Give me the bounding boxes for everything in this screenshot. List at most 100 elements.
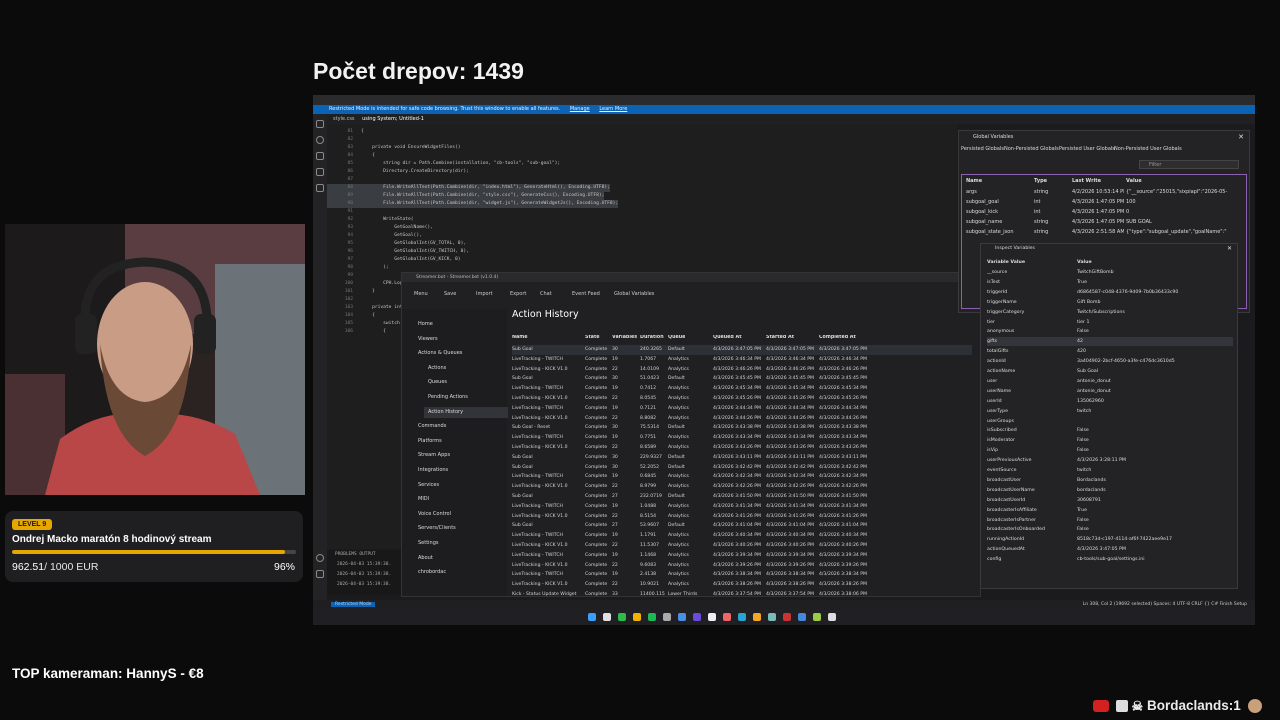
taskbar-app-icon[interactable] <box>813 613 821 621</box>
variable-row[interactable]: broadcastUserName bordaclands <box>987 486 1233 495</box>
explorer-icon[interactable] <box>316 120 324 128</box>
column-header[interactable]: Last Write <box>1072 176 1101 186</box>
variable-row[interactable]: gifts 42 <box>987 337 1233 347</box>
column-header[interactable]: Variable Value <box>987 258 1077 267</box>
source-control-icon[interactable] <box>316 152 324 160</box>
taskbar-app-icon[interactable] <box>783 613 791 621</box>
column-header[interactable]: Value <box>1126 176 1142 186</box>
extensions-icon[interactable] <box>316 184 324 192</box>
taskbar-app-icon[interactable] <box>708 613 716 621</box>
sidebar-item-action-history[interactable]: Action History <box>424 406 508 418</box>
table-row[interactable]: LiveTracking - KICK V1.0 Complete 22 8.6589… <box>512 443 972 453</box>
taskbar-app-icon[interactable] <box>738 613 746 621</box>
variable-row[interactable]: isSubscribed False <box>987 426 1233 435</box>
variable-row[interactable]: userType twitch <box>987 407 1233 416</box>
column-header[interactable]: Queued At <box>713 335 742 340</box>
close-icon[interactable]: ✕ <box>1238 133 1244 141</box>
variable-row[interactable]: triggerCategory Twitch/Subscriptions <box>987 308 1233 317</box>
taskbar-app-icon[interactable] <box>828 613 836 621</box>
variable-row[interactable]: isTest True <box>987 278 1233 287</box>
table-row[interactable]: LiveTracking - TWITCH Complete 19 1.1791 Ana… <box>512 531 972 541</box>
taskbar-app-icon[interactable] <box>753 613 761 621</box>
table-row[interactable]: Sub Goal Complete 30 52.2052 Default 4/3/2026… <box>512 463 972 473</box>
sidebar-item-servers-clients[interactable]: Servers/Clients <box>414 523 508 534</box>
variable-row[interactable]: actionName Sub Goal <box>987 367 1233 376</box>
column-header[interactable]: Started At <box>766 335 794 340</box>
sidebar-item-pending-actions[interactable]: Pending Actions <box>424 392 508 403</box>
variable-row[interactable]: userName antonie_donut <box>987 387 1233 396</box>
table-row[interactable]: LiveTracking - KICK V1.0 Complete 22 8.8082… <box>512 414 972 424</box>
sidebar-item-chrobordac[interactable]: chrobordac <box>414 567 508 578</box>
column-header[interactable]: Queue <box>668 335 685 340</box>
settings-gear-icon[interactable] <box>316 570 324 578</box>
column-header[interactable]: Name <box>512 335 528 340</box>
variable-row[interactable]: __source TwitchGiftBomb <box>987 268 1233 277</box>
sidebar-item-settings[interactable]: Settings <box>414 538 508 549</box>
table-row[interactable]: subgoal_goal int 4/3/2026 1:47:05 PM 100 <box>966 197 1246 207</box>
table-row[interactable]: LiveTracking - TWITCH Complete 19 1.0488 Ana… <box>512 502 972 512</box>
table-row[interactable]: subgoal_name string 4/3/2026 1:47:05 PM SUB… <box>966 217 1246 227</box>
search-icon[interactable] <box>316 136 324 144</box>
sidebar-item-queues[interactable]: Queues <box>424 377 508 388</box>
variable-row[interactable]: triggerId d6864587-c048-4376-9d09-7b0b364… <box>987 288 1233 297</box>
table-row[interactable]: Sub Goal Complete 30 240.3265 Default 4/3/202… <box>512 345 972 355</box>
table-row[interactable]: LiveTracking - KICK V1.0 Complete 22 9.6083… <box>512 561 972 571</box>
run-debug-icon[interactable] <box>316 168 324 176</box>
variable-row[interactable]: userPreviousActive 4/3/2026 3:28:11 PM <box>987 456 1233 465</box>
table-row[interactable]: LiveTracking - TWITCH Complete 19 0.6845 Ana… <box>512 472 972 482</box>
column-header[interactable]: Name <box>966 176 982 186</box>
sidebar-item-actions-queues[interactable]: Actions & Queues <box>414 348 508 359</box>
taskbar-app-icon[interactable] <box>798 613 806 621</box>
tab-style-css[interactable]: style.css <box>333 116 355 122</box>
taskbar-app-icon[interactable] <box>678 613 686 621</box>
table-row[interactable]: Sub Goal - Reset Complete 30 75.5314 Default… <box>512 423 972 433</box>
tab-persisted-globals[interactable]: Persisted Globals <box>961 146 1004 152</box>
variable-row[interactable]: config cb-tools/sub-goal/settings.ini <box>987 555 1233 564</box>
taskbar-app-icon[interactable] <box>633 613 641 621</box>
variable-row[interactable]: broadcasterIsPartner False <box>987 516 1233 525</box>
table-row[interactable]: subgoal_state_json string 4/3/2026 2:51:58… <box>966 227 1246 237</box>
variable-row[interactable]: actionId 3a404902-2bcf-4650-a3fe-c476dc36… <box>987 357 1233 366</box>
column-header[interactable]: Completed At <box>819 335 856 340</box>
variable-row[interactable]: triggerName Gift Bomb <box>987 298 1233 307</box>
tab-non-persisted-globals[interactable]: Non-Persisted Globals <box>1004 146 1059 152</box>
table-row[interactable]: LiveTracking - TWITCH Complete 19 1.1468 Ana… <box>512 551 972 561</box>
variable-row[interactable]: isModerator False <box>987 436 1233 445</box>
taskbar-app-icon[interactable] <box>693 613 701 621</box>
toolbar-import[interactable]: Import <box>476 291 493 297</box>
taskbar-app-icon[interactable] <box>768 613 776 621</box>
table-row[interactable]: subgoal_kick int 4/3/2026 1:47:05 PM 0 <box>966 207 1246 217</box>
table-row[interactable]: LiveTracking - TWITCH Complete 19 0.7121 Ana… <box>512 404 972 414</box>
taskbar-app-icon[interactable] <box>723 613 731 621</box>
table-row[interactable]: LiveTracking - TWITCH Complete 19 0.7751 Ana… <box>512 433 972 443</box>
variable-row[interactable]: broadcastUser Bordaclands <box>987 476 1233 485</box>
taskbar-app-icon[interactable] <box>648 613 656 621</box>
sidebar-item-integrations[interactable]: Integrations <box>414 465 508 476</box>
variable-row[interactable]: anonymous False <box>987 327 1233 336</box>
variable-row[interactable]: isVip False <box>987 446 1233 455</box>
variable-row[interactable]: userId 135062960 <box>987 397 1233 406</box>
sidebar-item-services[interactable]: Services <box>414 480 508 491</box>
filter-input[interactable]: Filter <box>1139 160 1239 169</box>
taskbar-app-icon[interactable] <box>603 613 611 621</box>
sidebar-item-stream-apps[interactable]: Stream Apps <box>414 450 508 461</box>
column-header[interactable]: Duration <box>640 335 664 340</box>
table-row[interactable]: Sub Goal Complete 27 232.0719 Default 4/3/202… <box>512 492 972 502</box>
sidebar-item-voice-control[interactable]: Voice Control <box>414 509 508 520</box>
sidebar-item-platforms[interactable]: Platforms <box>414 436 508 447</box>
sidebar-item-midi[interactable]: MIDI <box>414 494 508 505</box>
taskbar-app-icon[interactable] <box>618 613 626 621</box>
toolbar-event-feed[interactable]: Event Feed <box>572 291 600 297</box>
sidebar-item-viewers[interactable]: Viewers <box>414 334 508 345</box>
table-row[interactable]: Kick - Status Update Widget Complete 33 114… <box>512 590 972 600</box>
sidebar-item-actions[interactable]: Actions <box>424 363 508 374</box>
variable-row[interactable]: totalGifts 420 <box>987 347 1233 356</box>
toolbar-menu[interactable]: Menu <box>414 291 428 297</box>
variable-row[interactable]: tier tier 1 <box>987 318 1233 327</box>
toolbar-chat[interactable]: Chat <box>540 291 552 297</box>
close-icon[interactable]: ✕ <box>1227 245 1232 252</box>
variable-row[interactable]: broadcastUserId 30608791 <box>987 496 1233 505</box>
tab-persisted-user-globals[interactable]: Persisted User Globals <box>1059 146 1115 152</box>
variable-row[interactable]: broadcasterIsOnboarded False <box>987 525 1233 534</box>
variable-row[interactable]: userGroups <box>987 417 1233 426</box>
